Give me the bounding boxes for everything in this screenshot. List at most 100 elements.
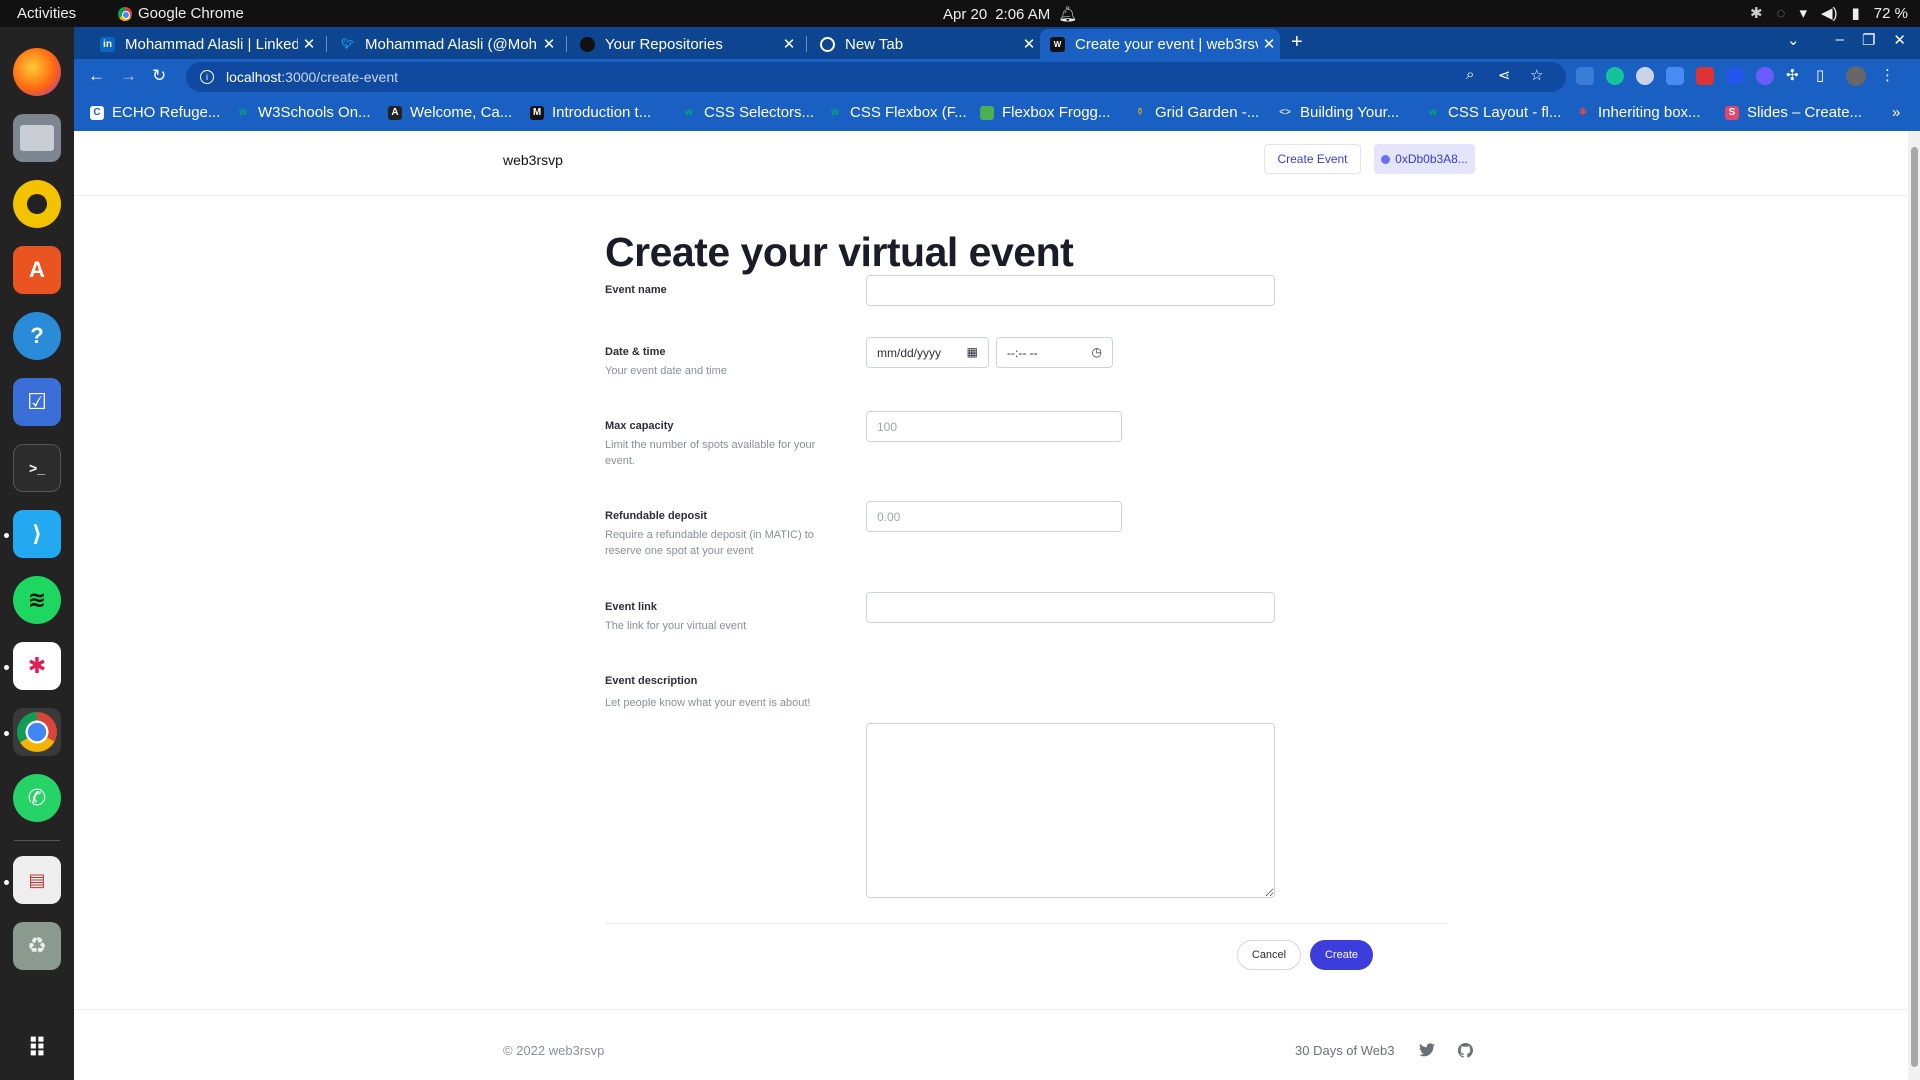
address-bar[interactable]: i localhost :3000/create-event — [186, 62, 1566, 92]
menu-icon[interactable]: ⋮ — [1880, 66, 1895, 84]
share-icon[interactable]: ⋖ — [1498, 66, 1511, 84]
tab-linkedin[interactable]: in Mohammad Alasli | LinkedIn ✕ — [90, 29, 320, 59]
vscode-icon[interactable]: ⟩ — [13, 510, 61, 558]
files-icon[interactable] — [13, 114, 61, 162]
extension-icon[interactable] — [1576, 67, 1594, 85]
software-center-icon[interactable]: A — [13, 246, 61, 294]
bookmark[interactable]: Flexbox Frogg... — [980, 104, 1110, 121]
description-textarea[interactable] — [866, 723, 1275, 898]
max-capacity-label: Max capacity — [605, 420, 674, 432]
close-tab-icon[interactable]: ✕ — [778, 35, 800, 53]
bookmark[interactable]: w CSS Selectors... — [682, 104, 814, 121]
event-link-input[interactable] — [866, 592, 1275, 623]
clock-icon[interactable]: ◷ — [1092, 345, 1102, 359]
scrollbar-thumb[interactable] — [1911, 147, 1918, 1067]
bookmark-label: Welcome, Ca... — [410, 104, 513, 121]
time-input[interactable]: --:-- -- ◷ — [996, 337, 1113, 368]
zoom-icon[interactable]: ⌕ — [1466, 66, 1474, 83]
bookmark[interactable]: A Welcome, Ca... — [388, 104, 512, 121]
bookmark[interactable]: w W3Schools On... — [236, 104, 370, 121]
tab-create-event[interactable]: W Create your event | web3rsvp ✕ — [1040, 29, 1280, 59]
bookmark[interactable]: w CSS Flexbox (F... — [828, 104, 967, 121]
date-input[interactable]: mm/dd/yyyy ▦ — [866, 337, 989, 368]
bookmark-icon: ⚱ — [1135, 107, 1145, 118]
footer-link[interactable]: 30 Days of Web3 — [1295, 1043, 1394, 1058]
slack-icon[interactable]: ✱ — [13, 642, 61, 690]
activities-button[interactable]: Activities — [17, 5, 76, 22]
bookmark[interactable]: ✱ Inheriting box... — [1576, 104, 1701, 121]
create-button[interactable]: Create — [1310, 940, 1373, 970]
rhythmbox-icon[interactable] — [13, 180, 61, 228]
chrome-icon — [820, 36, 835, 52]
github-icon[interactable] — [1457, 1042, 1473, 1063]
bookmark[interactable]: S Slides – Create... — [1725, 104, 1862, 121]
tab-twitter[interactable]: 🐦︎ Mohammad Alasli (@Moh ✕ — [330, 29, 560, 59]
w3schools-icon: w — [239, 107, 247, 118]
bookmark[interactable]: w CSS Layout - fl... — [1426, 104, 1561, 121]
restore-icon[interactable]: ❐ — [1862, 31, 1875, 49]
page-title: Create your virtual event — [605, 229, 1074, 275]
linkedin-icon: in — [100, 36, 115, 52]
extensions-puzzle-icon[interactable]: ✣ — [1786, 66, 1799, 84]
close-tab-icon[interactable]: ✕ — [538, 35, 560, 53]
create-event-nav-button[interactable]: Create Event — [1264, 144, 1361, 174]
app-menu[interactable]: Google Chrome — [118, 5, 244, 22]
document-viewer-icon[interactable]: ▤ — [13, 856, 61, 904]
tab-search-icon[interactable]: ⌄ — [1787, 31, 1800, 49]
event-name-input[interactable] — [866, 275, 1275, 306]
clock[interactable]: Apr 20 2:06 AM 🔔︎ — [943, 5, 1077, 24]
running-indicator — [4, 731, 9, 736]
wallet-button[interactable]: 0xDb0b3A8... — [1374, 144, 1475, 174]
site-footer: © 2022 web3rsvp 30 Days of Web3 — [74, 1009, 1908, 1080]
site-logo[interactable]: web3rsvp — [503, 152, 563, 168]
bookmark[interactable]: ⚱ Grid Garden -... — [1133, 104, 1259, 121]
extension-icon[interactable] — [1726, 67, 1744, 85]
system-tray[interactable]: ✱ ◌ ▾ ◀︎) ▮ 72 % — [1750, 4, 1908, 23]
bookmark-star-icon[interactable]: ☆ — [1530, 66, 1543, 84]
extension-icon[interactable] — [1756, 67, 1774, 85]
site-info-icon[interactable]: i — [200, 70, 214, 84]
firefox-icon[interactable] — [13, 48, 61, 96]
back-icon[interactable]: ← — [88, 66, 105, 86]
event-name-label: Event name — [605, 284, 667, 296]
tab-new-tab[interactable]: New Tab ✕ — [810, 29, 1040, 59]
chrome-dock-icon[interactable] — [13, 708, 61, 756]
profile-avatar[interactable] — [1846, 66, 1866, 86]
new-tab-button[interactable]: + — [1291, 31, 1303, 54]
bookmarks-overflow-icon[interactable]: » — [1892, 104, 1900, 121]
close-tab-icon[interactable]: ✕ — [298, 35, 320, 53]
cancel-button[interactable]: Cancel — [1237, 940, 1301, 970]
spotify-icon[interactable]: ≋ — [13, 576, 61, 624]
close-window-icon[interactable]: ✕ — [1893, 31, 1906, 49]
bookmark[interactable]: <> Building Your... — [1278, 104, 1399, 121]
reload-icon[interactable]: ↻ — [152, 66, 166, 86]
tab-repositories[interactable]: Your Repositories ✕ — [570, 29, 800, 59]
twitter-icon[interactable] — [1419, 1043, 1435, 1062]
clock-time: 2:06 AM — [995, 5, 1051, 23]
show-apps-icon[interactable]: ⠿ — [13, 1024, 61, 1072]
calendar-icon[interactable]: ▦ — [967, 345, 978, 359]
minimize-icon[interactable]: – — [1836, 31, 1844, 49]
whatsapp-icon[interactable]: ✆ — [13, 774, 61, 822]
grammarly-icon[interactable] — [1606, 67, 1624, 85]
deposit-input[interactable]: 0.00 — [866, 501, 1122, 532]
bookmark[interactable]: C ECHO Refuge... — [90, 104, 220, 121]
deposit-label: Refundable deposit — [605, 510, 708, 522]
extension-icon[interactable] — [1636, 67, 1654, 85]
close-tab-icon[interactable]: ✕ — [1018, 35, 1040, 53]
help-icon[interactable]: ? — [13, 312, 61, 360]
forward-icon[interactable]: → — [120, 66, 137, 86]
max-capacity-input[interactable]: 100 — [866, 411, 1122, 442]
translate-icon[interactable] — [1666, 67, 1684, 85]
w3schools-icon: w — [831, 107, 839, 118]
bookmark[interactable]: M Introduction t... — [530, 104, 651, 121]
close-tab-icon[interactable]: ✕ — [1258, 35, 1280, 53]
terminal-icon[interactable]: >_ — [13, 444, 61, 492]
todo-icon[interactable]: ☑ — [13, 378, 61, 426]
page-scrollbar[interactable] — [1908, 131, 1920, 1080]
extension-icon[interactable] — [1696, 67, 1714, 85]
side-panel-icon[interactable]: ▯ — [1816, 66, 1824, 84]
tab-strip: in Mohammad Alasli | LinkedIn ✕ 🐦︎ Moham… — [74, 27, 1920, 59]
bookmark-label: CSS Flexbox (F... — [850, 104, 967, 121]
trash-icon[interactable]: ♻ — [13, 922, 61, 970]
